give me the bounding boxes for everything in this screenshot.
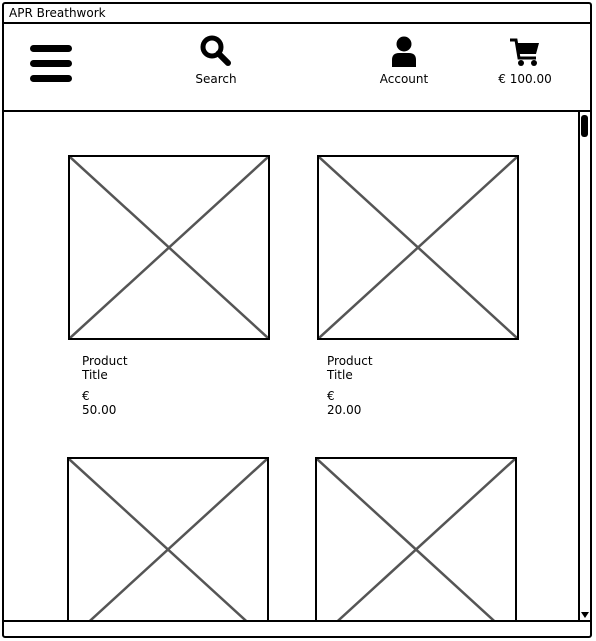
image-placeholder-icon <box>317 459 515 620</box>
product-grid: Product Title € 50.00 Product Title € 20… <box>4 112 590 620</box>
hamburger-menu-icon[interactable] <box>30 45 72 83</box>
image-placeholder-icon <box>319 157 517 338</box>
product-price: € 50.00 <box>82 389 117 417</box>
vertical-scrollbar[interactable] <box>578 112 590 620</box>
site-header: Search Account € 100.00 <box>4 24 590 112</box>
cart-button[interactable]: € 100.00 <box>490 34 560 86</box>
product-image-placeholder[interactable] <box>315 457 517 620</box>
account-label: Account <box>379 72 429 86</box>
search-button[interactable]: Search <box>190 34 242 86</box>
horizontal-scrollbar[interactable] <box>4 620 590 636</box>
user-icon <box>392 36 416 67</box>
product-image-placeholder[interactable] <box>317 155 519 340</box>
cart-icon <box>510 38 539 66</box>
window-title: APR Breathwork <box>9 6 106 20</box>
search-label: Search <box>195 72 237 86</box>
account-button[interactable]: Account <box>374 34 434 86</box>
image-placeholder-icon <box>70 157 268 338</box>
product-title[interactable]: Product Title <box>82 354 128 382</box>
product-image-placeholder[interactable] <box>68 155 270 340</box>
cart-total-label: € 100.00 <box>498 72 552 86</box>
image-placeholder-icon <box>69 459 267 620</box>
product-image-placeholder[interactable] <box>67 457 269 620</box>
product-price: € 20.00 <box>327 389 362 417</box>
title-bar: APR Breathwork <box>4 4 590 24</box>
scroll-down-arrow-icon[interactable] <box>581 611 589 619</box>
scrollbar-thumb[interactable] <box>581 115 588 137</box>
browser-window: APR Breathwork Search Account € 100.00 P… <box>2 2 592 638</box>
search-icon <box>200 35 231 66</box>
product-title[interactable]: Product Title <box>327 354 373 382</box>
